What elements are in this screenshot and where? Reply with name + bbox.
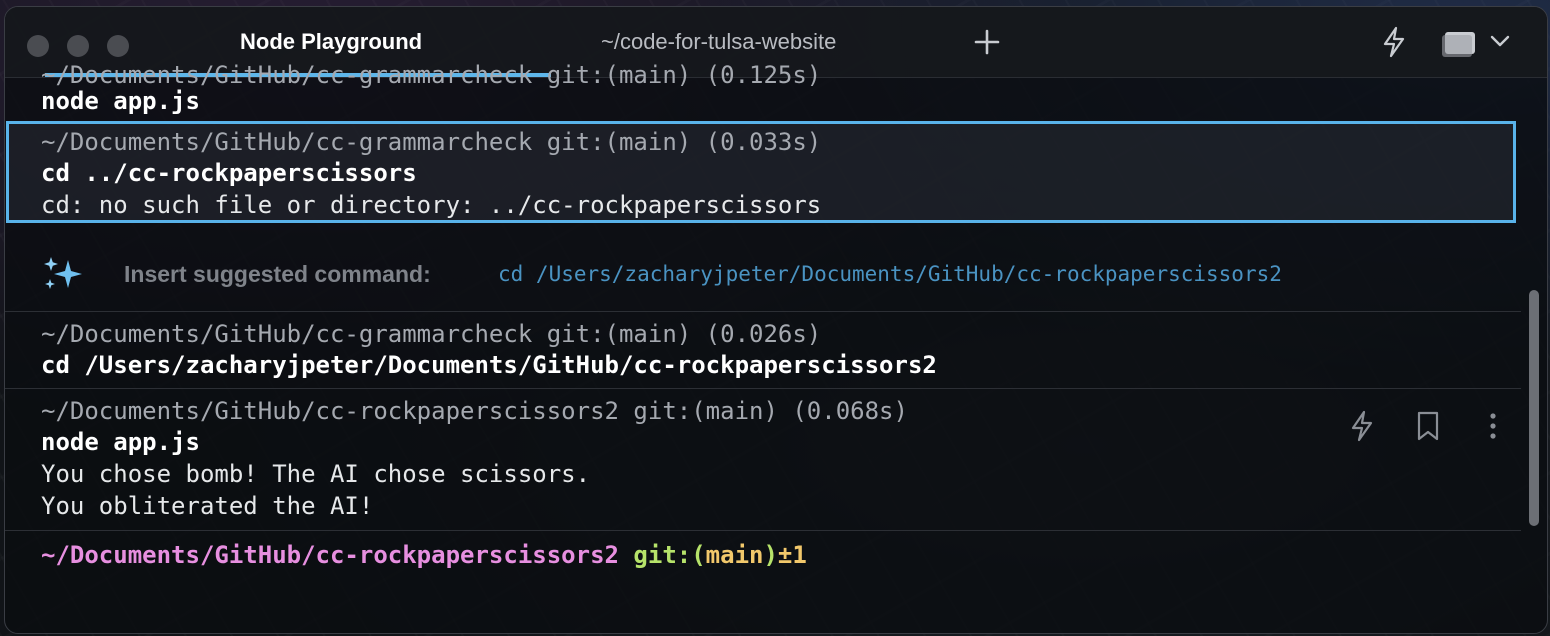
chevron-down-icon[interactable] <box>1489 33 1511 49</box>
block-divider <box>5 530 1521 531</box>
block-output-line: cd: no such file or directory: ../cc-roc… <box>41 191 822 219</box>
block-meta: ~/Documents/GitHub/cc-grammarcheck git:(… <box>41 128 822 156</box>
more-options-icon[interactable] <box>1481 411 1505 441</box>
block-meta: ~/Documents/GitHub/cc-rockpaperscissors2… <box>41 397 908 425</box>
prompt-branch: main <box>705 541 764 569</box>
zoom-window-button[interactable] <box>107 35 129 57</box>
block-meta: ~/Documents/GitHub/cc-grammarcheck git:(… <box>41 320 822 348</box>
terminal-content[interactable]: ~/Documents/GitHub/cc-grammarcheck git:(… <box>5 61 1547 633</box>
tab-node-playground[interactable]: Node Playground <box>240 27 422 57</box>
suggested-command-link[interactable]: cd /Users/zacharyjpeter/Documents/GitHub… <box>498 258 1282 290</box>
close-window-button[interactable] <box>27 35 49 57</box>
block-output-line: You obliterated the AI! <box>41 492 374 520</box>
lightning-icon[interactable] <box>1380 26 1408 58</box>
minimize-window-button[interactable] <box>67 35 89 57</box>
bookmark-icon[interactable] <box>1415 411 1441 441</box>
sparkles-icon <box>44 257 82 289</box>
block-divider <box>5 388 1521 389</box>
scrollbar[interactable] <box>1529 290 1539 526</box>
block-divider <box>5 311 1521 312</box>
tab-code-for-tulsa-website[interactable]: ~/code-for-tulsa-website <box>601 27 836 57</box>
prompt-git-close: ) <box>763 541 778 569</box>
block-command: cd /Users/zacharyjpeter/Documents/GitHub… <box>41 351 937 379</box>
block-command: node app.js <box>41 87 200 115</box>
suggested-command-label: Insert suggested command: <box>124 261 431 287</box>
block-command: cd ../cc-rockpaperscissors <box>41 159 417 187</box>
block-command: node app.js <box>41 428 200 456</box>
terminal-window: Node Playground ~/code-for-tulsa-website… <box>4 6 1548 634</box>
card-icon[interactable] <box>1441 27 1481 57</box>
prompt-git-status: ±1 <box>777 541 807 569</box>
active-prompt[interactable]: ~/Documents/GitHub/cc-rockpaperscissors2… <box>41 539 807 571</box>
prompt-git-label: git:( <box>633 541 706 569</box>
prompt-path: ~/Documents/GitHub/cc-rockpaperscissors2 <box>41 541 619 569</box>
plus-icon[interactable] <box>973 28 1001 56</box>
block-output-line: You chose bomb! The AI chose scissors. <box>41 460 591 488</box>
lightning-icon[interactable] <box>1348 410 1376 442</box>
